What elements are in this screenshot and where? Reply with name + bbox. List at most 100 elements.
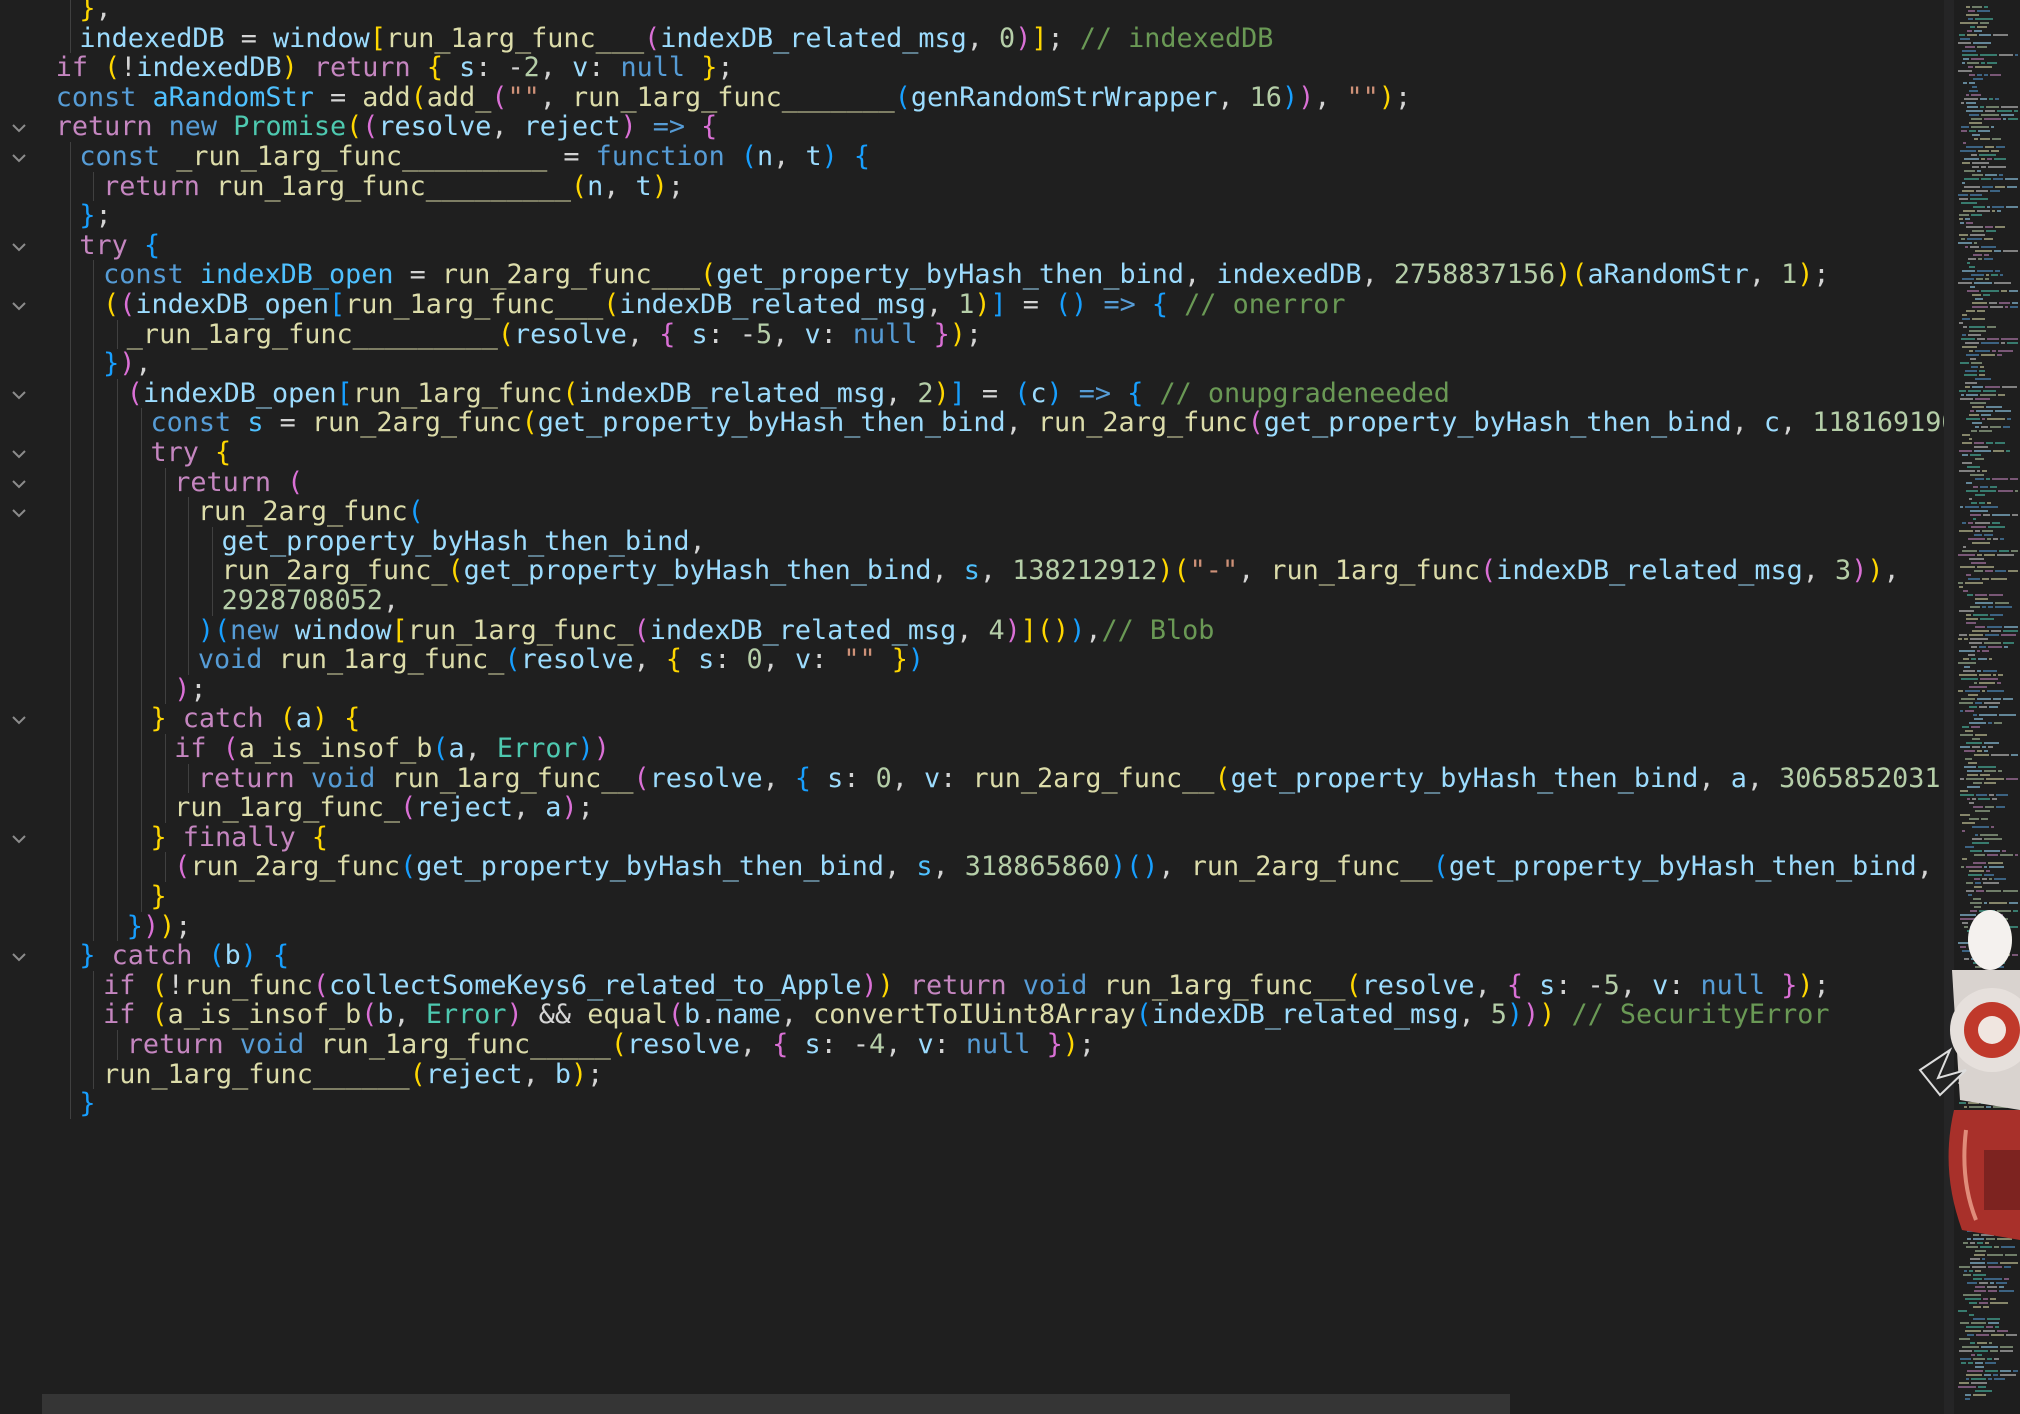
minimap-line xyxy=(1967,262,1970,264)
minimap-line xyxy=(1974,886,1982,888)
code-token: run_1arg_func_ xyxy=(278,644,505,676)
code-token: () xyxy=(1055,289,1088,320)
minimap-line xyxy=(1996,1282,2007,1284)
chevron-down-icon[interactable] xyxy=(8,946,30,968)
code-token: "-" xyxy=(1189,555,1239,587)
chevron-down-icon[interactable] xyxy=(8,828,30,850)
minimap-line xyxy=(1966,1378,1969,1380)
minimap-line xyxy=(1972,162,1989,164)
code-line[interactable]: run_2arg_func_(get_property_byHash_then_… xyxy=(222,552,1900,590)
minimap-line xyxy=(1966,110,1983,112)
minimap-line xyxy=(1995,270,2000,272)
indent-guide xyxy=(188,615,190,646)
minimap-line xyxy=(1959,1338,1970,1340)
minimap-line xyxy=(1981,1346,1998,1348)
minimap-line xyxy=(1970,606,1980,608)
minimap-line xyxy=(1967,770,1982,772)
minimap-line xyxy=(1984,750,1988,752)
indent-guide xyxy=(140,615,142,646)
minimap-line xyxy=(1965,370,1977,372)
minimap-line xyxy=(1979,370,1985,372)
code-line[interactable]: return run_1arg_func_________(n, t); xyxy=(103,168,684,206)
minimap-line xyxy=(1965,46,1975,48)
minimap-line xyxy=(1960,746,1970,748)
code-token: // indexedDB xyxy=(1079,22,1274,54)
minimap-line xyxy=(1969,74,1975,76)
minimap-line xyxy=(1977,566,1994,568)
code-line[interactable]: const s = run_2arg_func(get_property_byH… xyxy=(151,404,1955,442)
indent-guide xyxy=(93,674,95,705)
minimap-line xyxy=(1993,674,1996,676)
minimap-line xyxy=(1993,1374,1998,1376)
indent-guide xyxy=(69,142,71,172)
chevron-down-icon[interactable] xyxy=(8,236,30,258)
minimap-line xyxy=(1987,1358,1992,1360)
minimap-line xyxy=(2003,698,2013,700)
code-token: indexDB_related_msg xyxy=(1151,999,1459,1031)
code-token: ( xyxy=(1480,555,1497,587)
chevron-down-icon[interactable] xyxy=(8,147,30,169)
minimap-line xyxy=(1980,678,1998,680)
indent-guide xyxy=(164,763,166,794)
code-token: , xyxy=(1883,555,1900,587)
chevron-down-icon[interactable] xyxy=(8,117,30,139)
minimap-line xyxy=(1959,634,1967,636)
minimap-line xyxy=(1962,522,1966,524)
minimap-line xyxy=(1966,490,1978,492)
code-token: , xyxy=(522,1058,555,1090)
minimap-line xyxy=(1982,418,1985,420)
minimap-line xyxy=(1969,722,1986,724)
indent-guide xyxy=(69,171,71,202)
horizontal-scrollbar-thumb[interactable] xyxy=(42,1394,1510,1414)
minimap-line xyxy=(1959,322,1963,324)
minimap-line xyxy=(1995,186,2005,188)
minimap-line xyxy=(1984,238,1993,240)
chevron-down-icon[interactable] xyxy=(8,709,30,731)
minimap-line xyxy=(1974,30,1982,32)
chevron-down-icon[interactable] xyxy=(8,502,30,524)
minimap-line xyxy=(1981,818,1988,820)
minimap-line xyxy=(1959,530,1973,532)
minimap-line xyxy=(1963,1294,1981,1296)
minimap-line xyxy=(1977,338,1985,340)
indent-guide xyxy=(93,319,95,350)
chevron-down-icon[interactable] xyxy=(8,443,30,465)
chevron-down-icon[interactable] xyxy=(8,295,30,317)
code-token: run_2arg_func xyxy=(311,407,522,439)
minimap-line xyxy=(2006,450,2010,452)
code-line[interactable]: (run_2arg_func(get_property_byHash_then_… xyxy=(174,848,1954,886)
minimap-line xyxy=(1983,1306,1989,1308)
minimap-line xyxy=(1971,126,1989,128)
indent-guide xyxy=(164,734,166,764)
chevron-down-icon[interactable] xyxy=(8,384,30,406)
minimap-line xyxy=(1963,658,1969,660)
code-token: : xyxy=(843,762,876,794)
minimap-line xyxy=(1988,166,2006,168)
minimap-line xyxy=(1984,6,1988,8)
minimap-line xyxy=(1970,510,1988,512)
code-editor[interactable]: }, indexedDB = window[run_1arg_func___(in… xyxy=(0,0,2020,1414)
minimap-line xyxy=(1965,1398,1970,1400)
minimap-line xyxy=(1986,478,1990,480)
chevron-down-icon[interactable] xyxy=(8,473,30,495)
minimap-line xyxy=(1997,1330,2008,1332)
code-line[interactable]: _run_1arg_func_________(resolve, { s: -5… xyxy=(127,316,982,354)
code-line[interactable]: run_1arg_func______(reject, b); xyxy=(103,1056,603,1094)
minimap-line xyxy=(1961,126,1969,128)
code-area[interactable]: }, indexedDB = window[run_1arg_func___(in… xyxy=(42,0,1954,1414)
code-line[interactable]: void run_1arg_func_(resolve, { s: 0, v: … xyxy=(198,641,924,679)
minimap-line xyxy=(1989,866,2004,868)
minimap-line xyxy=(1971,366,1978,368)
indent-guide xyxy=(117,645,119,675)
minimap-line xyxy=(1966,1374,1982,1376)
code-token: b xyxy=(554,1058,571,1090)
minimap-line xyxy=(2004,626,2018,628)
code-token: 1181691900 xyxy=(1812,407,1954,439)
code-line[interactable]: } xyxy=(79,1085,95,1123)
indent-guide xyxy=(69,882,71,912)
minimap-line xyxy=(1977,554,1982,556)
minimap-line xyxy=(1960,1322,1969,1324)
minimap-line xyxy=(1983,514,1990,516)
code-token: ( xyxy=(409,1058,426,1090)
minimap-line xyxy=(1977,310,1985,312)
